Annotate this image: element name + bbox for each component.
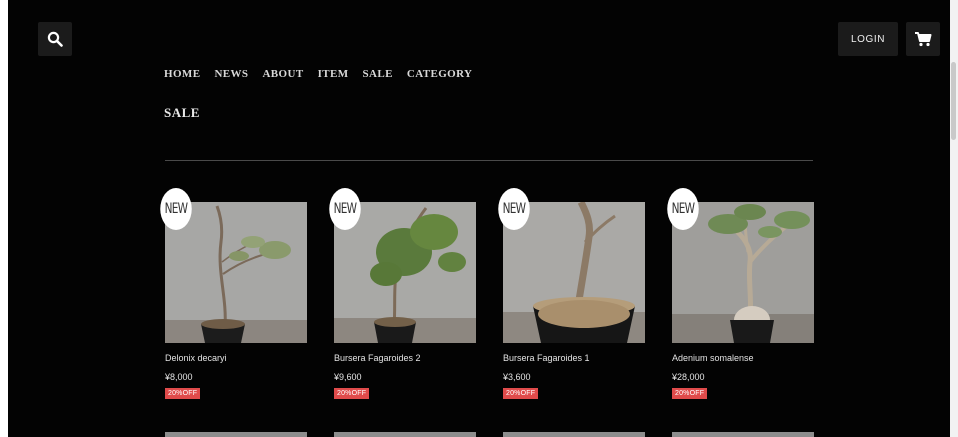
discount-badge: 20%OFF [503, 388, 539, 399]
divider [165, 160, 813, 161]
product-name[interactable]: Delonix decaryi [165, 353, 307, 363]
new-badge: NEW [498, 188, 530, 230]
new-badge: NEW [667, 188, 699, 230]
new-badge: NEW [160, 188, 192, 230]
product-price: ¥28,000 [672, 372, 705, 382]
page-title: SALE [164, 105, 200, 120]
product-image[interactable] [165, 432, 307, 437]
product-image[interactable] [672, 432, 814, 437]
search-button[interactable] [38, 22, 72, 56]
nav-item-sale[interactable]: SALE [363, 68, 393, 80]
product-price: ¥3,600 [503, 372, 531, 382]
discount-badge: 20%OFF [165, 388, 201, 399]
main-nav: HOME NEWS ABOUT ITEM SALE CATEGORY [164, 68, 472, 80]
product-name[interactable]: Bursera Fagaroides 2 [334, 353, 476, 363]
product-image[interactable] [334, 432, 476, 437]
nav-item-home[interactable]: HOME [164, 68, 200, 80]
page-viewport: LOGIN HOME NEWS ABOUT ITEM SALE CATEGORY… [8, 0, 950, 437]
cart-button[interactable] [906, 22, 940, 56]
product-image[interactable] [503, 432, 645, 437]
nav-item-item[interactable]: ITEM [318, 68, 349, 80]
product-card[interactable]: NEW Adenium somalense ¥28,000 20%OFF [667, 188, 814, 400]
product-card[interactable]: NEW Bursera Fagaroides 1 ¥3,600 20%OFF [498, 188, 645, 400]
nav-item-category[interactable]: CATEGORY [407, 68, 473, 80]
product-name[interactable]: Bursera Fagaroides 1 [503, 353, 645, 363]
product-price: ¥8,000 [165, 372, 193, 382]
product-price: ¥9,600 [334, 372, 362, 382]
nav-item-news[interactable]: NEWS [214, 68, 248, 80]
login-button[interactable]: LOGIN [838, 22, 898, 56]
discount-badge: 20%OFF [672, 388, 708, 399]
scrollbar-thumb[interactable] [951, 62, 956, 140]
new-badge: NEW [329, 188, 361, 230]
product-card[interactable]: NEW Bursera Fagaroides 2 ¥9,600 20%OFF [329, 188, 476, 400]
product-card[interactable]: NEW Delonix decaryi ¥8,000 20%OFF [160, 188, 307, 400]
cart-icon [915, 32, 932, 47]
product-name[interactable]: Adenium somalense [672, 353, 814, 363]
scrollbar[interactable] [950, 0, 958, 437]
nav-item-about[interactable]: ABOUT [262, 68, 303, 80]
discount-badge: 20%OFF [334, 388, 370, 399]
search-icon [47, 31, 63, 47]
